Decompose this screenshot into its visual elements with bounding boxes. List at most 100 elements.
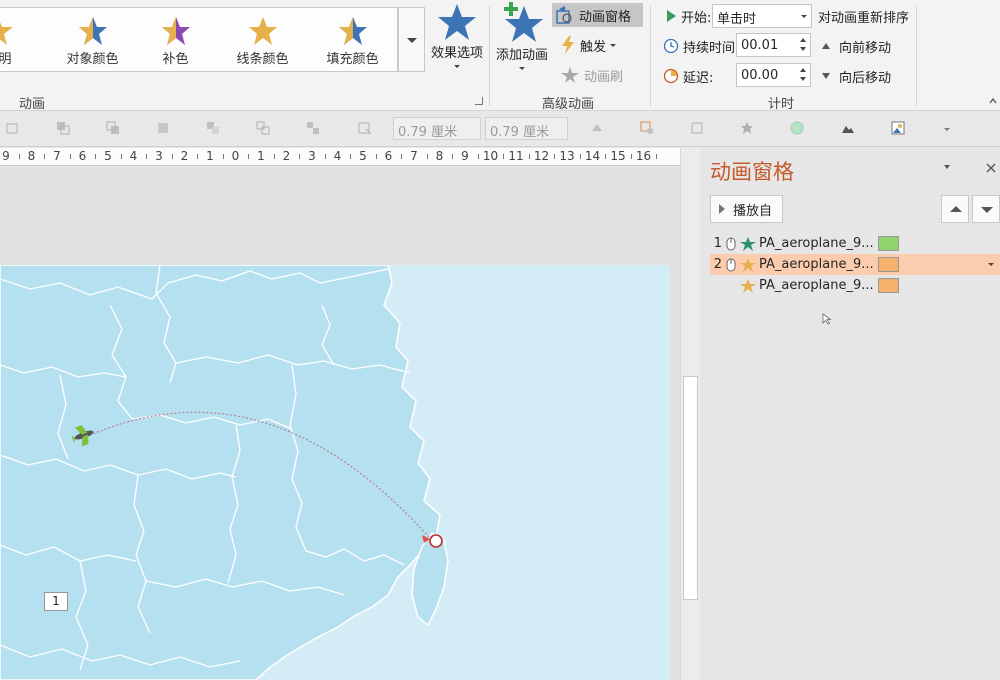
group-icon[interactable] [206,121,220,135]
move-down-button[interactable] [972,195,1000,223]
chevron-down-icon[interactable] [988,263,994,266]
ruler-label: 7 [53,149,61,163]
animation-sequence-tag[interactable]: 1 [44,592,68,611]
shape-effects-icon[interactable] [690,121,704,135]
ruler-label: 3 [308,149,316,163]
ruler-tick [95,154,97,159]
shape-fill-icon[interactable] [590,121,604,135]
selection-pane-icon[interactable] [306,121,320,135]
toolbar-more-icon[interactable] [944,128,950,131]
animation-list-item[interactable]: PA_aeroplane_9... [710,275,1000,296]
dialog-launcher-icon[interactable] [475,97,483,105]
delay-label: 延迟: [683,70,714,86]
vertical-scrollbar[interactable] [680,148,700,680]
group-separator [916,6,917,106]
move-later-button[interactable]: 向后移动 [822,64,891,88]
animation-pane-label: 动画窗格 [579,9,632,25]
animation-pane-button[interactable]: 动画窗格 [552,3,643,27]
gallery-item-transparency[interactable]: 明 [0,8,20,71]
insert-picture-icon[interactable] [891,121,905,135]
shape-width-value: 0.79 厘米 [490,125,550,140]
send-backward-icon[interactable] [106,121,120,135]
move-earlier-button[interactable]: 向前移动 [822,34,891,58]
ruler-label: 1 [257,149,265,163]
ungroup-icon[interactable] [256,121,270,135]
triangle-down-icon [822,73,830,79]
gallery-item-label: 填充颜色 [326,52,379,67]
gallery-item-label: 明 [0,52,12,67]
start-label-row: 开始: [662,4,711,28]
scrollbar-thumb[interactable] [683,376,698,600]
ruler-tick [452,154,454,159]
ruler-tick [503,154,505,159]
ruler-tick [146,154,148,159]
star-icon [740,257,756,272]
effect-options-label: 效果选项 [430,46,483,61]
ruler-label: 7 [410,149,418,163]
bring-forward-icon[interactable] [56,121,70,135]
trigger-button[interactable]: 触发 [557,33,617,57]
gallery-item-object-color[interactable]: 对象颜色 [55,8,130,71]
ribbon: 明 对象颜色 补色 线条颜色 填充颜色 效果选项 动画 添加动画 动画窗格 触发… [0,0,1000,112]
spinner-arrows-icon[interactable] [800,66,808,84]
star-icon [338,17,367,45]
shape-height-field[interactable]: 0.79 厘米 [393,117,481,140]
play-from-button[interactable]: 播放自 [710,195,783,223]
circle-shape-icon[interactable] [790,121,804,135]
move-up-button[interactable] [941,195,969,223]
mouse-icon [726,258,736,271]
china-map [0,265,449,680]
slide-editing-area: 1 [0,167,680,680]
ruler-label: 12 [533,149,550,163]
collapse-ribbon-icon[interactable] [988,96,998,106]
gallery-item-line-color[interactable]: 线条颜色 [225,8,300,71]
animation-list-item[interactable]: 1 PA_aeroplane_9... [710,233,1000,254]
star-icon [0,22,13,45]
spinner-arrows-icon[interactable] [800,36,808,54]
gallery-item-label: 对象颜色 [66,52,119,67]
delay-value: 00.00 [741,68,779,83]
gallery-item-complementary[interactable]: 补色 [148,8,203,71]
star-shape-icon[interactable] [740,121,754,135]
chevron-down-icon [519,67,525,70]
ruler-label: 10 [482,149,499,163]
play-icon [719,204,725,214]
effect-options-button[interactable]: 效果选项 [428,2,486,68]
gallery-item-fill-color[interactable]: 填充颜色 [315,8,390,71]
move-earlier-label: 向前移动 [839,40,892,56]
shape-width-field[interactable]: 0.79 厘米 [485,117,568,140]
ruler-tick [273,154,275,159]
animation-pane-icon [556,6,572,24]
animation-name: PA_aeroplane_9... [759,278,874,293]
delay-spinner[interactable]: 00.00 [736,63,811,87]
ruler-tick [554,154,556,159]
align-icon[interactable] [156,121,170,135]
move-later-label: 向后移动 [839,70,892,86]
ruler-label: 1 [206,149,214,163]
start-select-value: 单击时 [717,12,757,27]
duration-spinner[interactable]: 00.01 [736,33,811,57]
pane-options-icon[interactable] [944,165,950,169]
gallery-more-button[interactable] [398,7,425,72]
animation-number: 1 [713,236,722,251]
ruler-tick [605,154,607,159]
start-label: 开始: [681,10,712,26]
powerpoint-window: 明 对象颜色 补色 线条颜色 填充颜色 效果选项 动画 添加动画 动画窗格 触发… [0,0,1000,680]
mouse-icon [726,237,736,250]
ruler-label: 16 [635,149,652,163]
ruler-tick [477,154,479,159]
add-animation-button[interactable]: 添加动画 [494,2,550,70]
slide-canvas[interactable] [0,265,670,680]
ruler-label: 13 [559,149,575,163]
rotate-icon[interactable] [5,121,19,135]
ruler-tick [69,154,71,159]
animation-list-item-selected[interactable]: 2 PA_aeroplane_9... [710,254,1000,275]
shape-outline-icon[interactable] [640,121,654,135]
start-select[interactable]: 单击时 [712,4,812,28]
timeline-bar [877,236,899,251]
format-shape-icon[interactable] [358,121,372,135]
close-icon[interactable] [986,163,996,173]
animation-painter-button[interactable]: 动画刷 [557,63,623,87]
picture-icon[interactable] [841,121,855,135]
animation-group-label: 动画 [19,97,46,112]
